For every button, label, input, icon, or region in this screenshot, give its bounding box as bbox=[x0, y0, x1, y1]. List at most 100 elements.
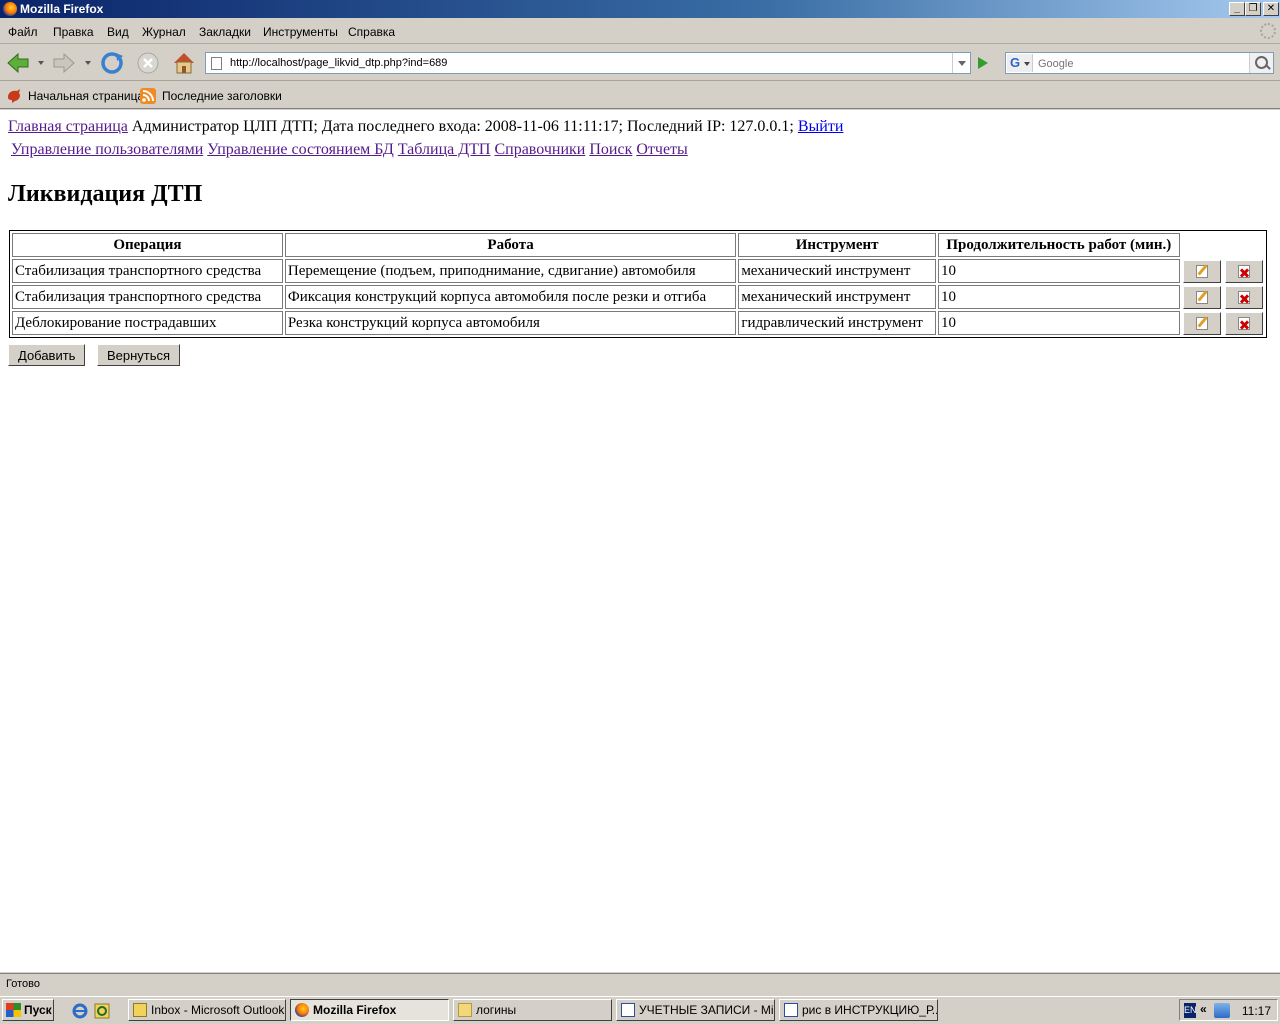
outlook-icon bbox=[133, 1003, 147, 1017]
search-engine-selector[interactable]: G bbox=[1007, 54, 1033, 72]
logout-link[interactable]: Выйти bbox=[798, 118, 844, 135]
nav-search[interactable]: Поиск bbox=[589, 141, 632, 158]
user-status-text: Администратор ЦЛП ДТП; Дата последнего в… bbox=[131, 118, 794, 135]
back-dropdown-icon[interactable] bbox=[38, 61, 44, 65]
delete-button[interactable] bbox=[1224, 311, 1263, 335]
delete-button[interactable] bbox=[1224, 285, 1263, 309]
start-button[interactable]: Пуск bbox=[2, 999, 54, 1021]
rss-icon bbox=[140, 88, 156, 104]
liquidation-table: Операция Работа Инструмент Продолжительн… bbox=[9, 230, 1267, 338]
column-header-actions bbox=[1182, 233, 1264, 257]
nav-users[interactable]: Управление пользователями bbox=[11, 141, 203, 158]
close-button[interactable]: ✕ bbox=[1263, 2, 1279, 16]
delete-button[interactable] bbox=[1224, 259, 1263, 283]
window-titlebar: Mozilla Firefox _ ❐ ✕ bbox=[0, 0, 1280, 18]
edit-cell bbox=[1182, 311, 1222, 335]
internet-explorer-icon[interactable] bbox=[72, 1003, 88, 1019]
delete-cell bbox=[1224, 259, 1264, 283]
start-label: Пуск bbox=[24, 1003, 52, 1017]
bookmark-latest-headlines[interactable]: Последние заголовки bbox=[162, 89, 282, 103]
column-header-tool: Инструмент bbox=[738, 233, 936, 257]
task-word-instruction[interactable]: рис в ИНСТРУКЦИЮ_Р... bbox=[779, 999, 938, 1021]
url-input[interactable] bbox=[230, 55, 950, 71]
home-icon[interactable] bbox=[171, 50, 197, 76]
edit-button[interactable] bbox=[1182, 285, 1221, 309]
task-firefox[interactable]: Mozilla Firefox bbox=[290, 999, 449, 1021]
status-bar: Готово bbox=[0, 973, 1280, 994]
menu-file[interactable]: Файл bbox=[8, 25, 38, 39]
cell-duration: 10 bbox=[937, 311, 1180, 335]
cell-work: Резка конструкций корпуса автомобиля bbox=[284, 311, 737, 335]
back-icon[interactable] bbox=[5, 50, 31, 76]
edit-cell bbox=[1182, 259, 1222, 283]
task-label: рис в ИНСТРУКЦИЮ_Р... bbox=[802, 1003, 938, 1017]
table-row: Стабилизация транспортного средства Фикс… bbox=[12, 285, 1264, 309]
edit-icon bbox=[1195, 290, 1208, 304]
task-label: логины bbox=[476, 1003, 517, 1017]
reload-icon[interactable] bbox=[99, 50, 125, 76]
search-icon[interactable] bbox=[1249, 53, 1273, 73]
home-page-link[interactable]: Главная страница bbox=[8, 118, 128, 135]
page-icon bbox=[211, 57, 222, 70]
language-indicator[interactable]: EN bbox=[1184, 1003, 1197, 1018]
nav-db-state[interactable]: Управление состоянием БД bbox=[207, 141, 394, 158]
table-row: Стабилизация транспортного средства Пере… bbox=[12, 259, 1264, 283]
cell-tool: механический инструмент bbox=[738, 259, 936, 283]
bookmark-home-page[interactable]: Начальная страница bbox=[28, 89, 144, 103]
user-info-line: Главная страница Администратор ЦЛП ДТП; … bbox=[8, 118, 843, 136]
minimize-button[interactable]: _ bbox=[1229, 2, 1245, 16]
outlook-quicklaunch-icon[interactable] bbox=[94, 1003, 110, 1019]
menu-tools[interactable]: Инструменты bbox=[263, 25, 338, 39]
add-button[interactable]: Добавить bbox=[8, 344, 86, 366]
firefox-bookmark-icon bbox=[8, 89, 20, 103]
throbber-icon bbox=[1260, 23, 1276, 39]
nav-accident-table[interactable]: Таблица ДТП bbox=[398, 141, 491, 158]
delete-cell bbox=[1224, 285, 1264, 309]
network-icon[interactable] bbox=[1214, 1003, 1230, 1018]
nav-reports[interactable]: Отчеты bbox=[636, 141, 687, 158]
word-document-icon bbox=[621, 1003, 635, 1017]
menu-bookmarks[interactable]: Закладки bbox=[199, 25, 251, 39]
task-outlook[interactable]: Inbox - Microsoft Outlook bbox=[128, 999, 286, 1021]
system-tray: EN « 11:17 bbox=[1179, 999, 1278, 1021]
menu-edit[interactable]: Правка bbox=[53, 25, 94, 39]
status-text: Готово bbox=[6, 978, 40, 990]
column-header-work: Работа bbox=[284, 233, 737, 257]
forward-dropdown-icon[interactable] bbox=[85, 61, 91, 65]
clock: 11:17 bbox=[1241, 1004, 1271, 1018]
search-input[interactable] bbox=[1038, 56, 1248, 71]
edit-icon bbox=[1195, 316, 1208, 330]
stop-icon[interactable] bbox=[135, 50, 161, 76]
section-nav: Управление пользователями Управление сос… bbox=[11, 141, 688, 159]
restore-button[interactable]: ❐ bbox=[1245, 2, 1261, 16]
window-title: Mozilla Firefox bbox=[20, 2, 104, 16]
edit-button[interactable] bbox=[1182, 259, 1221, 283]
show-hidden-icons-icon[interactable]: « bbox=[1200, 1002, 1207, 1016]
cell-tool: гидравлический инструмент bbox=[738, 311, 936, 335]
nav-references[interactable]: Справочники bbox=[494, 141, 585, 158]
task-label: УЧЕТНЫЕ ЗАПИСИ - Mi... bbox=[639, 1003, 775, 1017]
menu-help[interactable]: Справка bbox=[348, 25, 395, 39]
go-icon[interactable] bbox=[973, 53, 993, 73]
cell-operation: Стабилизация транспортного средства bbox=[12, 285, 283, 309]
windows-logo-icon bbox=[6, 1003, 21, 1017]
delete-cell bbox=[1224, 311, 1264, 335]
folder-icon bbox=[458, 1003, 472, 1017]
delete-icon bbox=[1237, 264, 1250, 278]
firefox-icon bbox=[3, 2, 17, 16]
page-content: Главная страница Администратор ЦЛП ДТП; … bbox=[0, 110, 1280, 972]
task-logins-folder[interactable]: логины bbox=[453, 999, 612, 1021]
menu-history[interactable]: Журнал bbox=[142, 25, 186, 39]
search-bar[interactable]: G bbox=[1005, 52, 1274, 74]
edit-button[interactable] bbox=[1182, 311, 1221, 335]
menu-bar: Файл Правка Вид Журнал Закладки Инструме… bbox=[0, 20, 1280, 44]
url-history-dropdown-icon[interactable] bbox=[952, 53, 970, 73]
cell-duration: 10 bbox=[937, 285, 1180, 309]
task-word-accounts[interactable]: УЧЕТНЫЕ ЗАПИСИ - Mi... bbox=[616, 999, 775, 1021]
column-header-operation: Операция bbox=[12, 233, 283, 257]
address-bar[interactable] bbox=[205, 52, 971, 74]
back-button[interactable]: Вернуться bbox=[97, 344, 181, 366]
menu-view[interactable]: Вид bbox=[107, 25, 129, 39]
cell-work: Фиксация конструкций корпуса автомобиля … bbox=[284, 285, 737, 309]
forward-icon[interactable] bbox=[51, 50, 77, 76]
